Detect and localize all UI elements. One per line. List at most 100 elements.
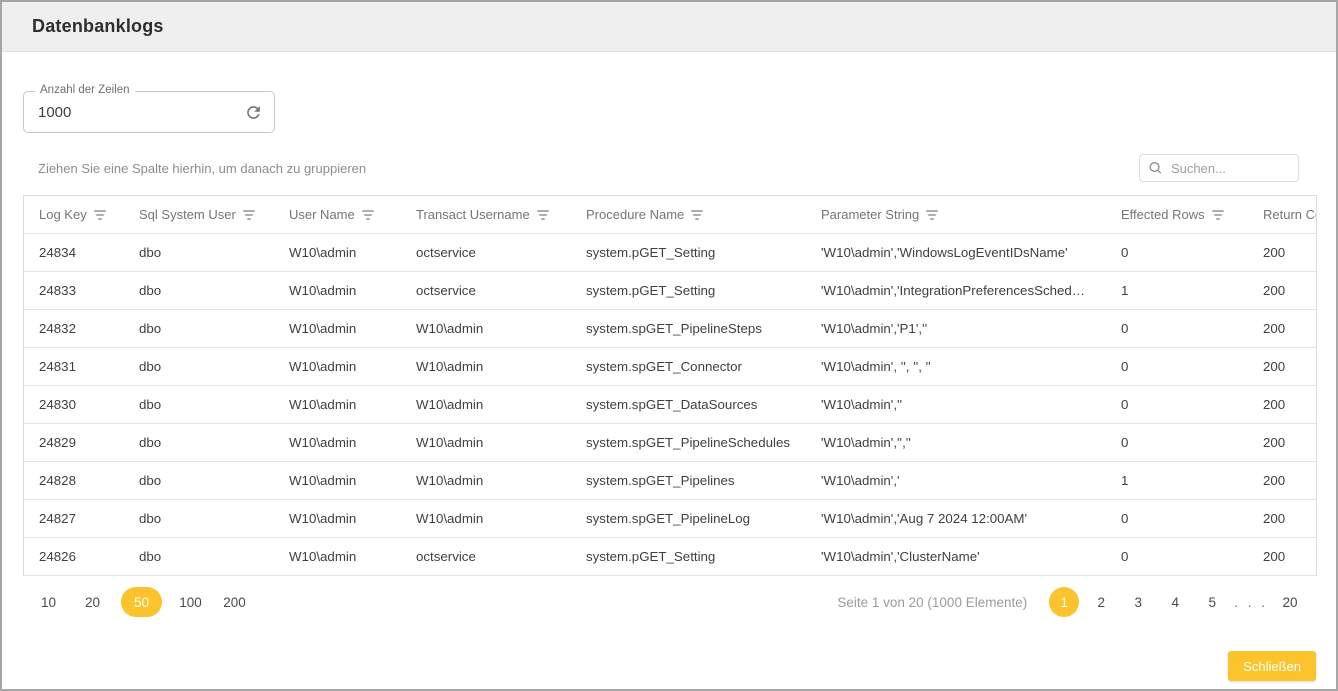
table-cell: 24833 <box>24 283 124 298</box>
table-cell: dbo <box>124 511 274 526</box>
page-20[interactable]: 20 <box>1275 587 1305 617</box>
table-cell: dbo <box>124 283 274 298</box>
table-row[interactable]: 24830dboW10\adminW10\adminsystem.spGET_D… <box>24 386 1317 424</box>
table-row[interactable]: 24827dboW10\adminW10\adminsystem.spGET_P… <box>24 500 1317 538</box>
refresh-icon <box>244 103 263 122</box>
column-header-label: User Name <box>289 207 355 222</box>
table-cell: W10\admin <box>274 321 401 336</box>
table-cell: system.pGET_Setting <box>571 245 806 260</box>
column-header-sql-system-user[interactable]: Sql System User <box>124 207 274 222</box>
page-5[interactable]: 5 <box>1197 587 1227 617</box>
column-header-effected-rows[interactable]: Effected Rows <box>1106 207 1248 222</box>
column-header-label: Parameter String <box>821 207 919 222</box>
table-cell: octservice <box>401 549 571 564</box>
column-header-procedure-name[interactable]: Procedure Name <box>571 207 806 222</box>
filter-icon[interactable] <box>1212 209 1224 220</box>
column-header-user-name[interactable]: User Name <box>274 207 401 222</box>
table-cell: 0 <box>1106 245 1248 260</box>
search-box <box>1139 154 1299 182</box>
table-cell: 200 <box>1248 473 1317 488</box>
table-cell: 'W10\admin','' <box>806 397 1106 412</box>
page-selector: 12345. . .20 <box>1049 587 1305 617</box>
table-cell: dbo <box>124 321 274 336</box>
close-button[interactable]: Schließen <box>1228 651 1316 681</box>
table-cell: 24834 <box>24 245 124 260</box>
pagination-bar: 10 20 50 100 200 Seite 1 von 20 (1000 Elemen… <box>23 587 1315 617</box>
table-cell: W10\admin <box>401 397 571 412</box>
table-cell: 0 <box>1106 321 1248 336</box>
table-row[interactable]: 24834dboW10\adminoctservicesystem.pGET_S… <box>24 234 1317 272</box>
table-cell: W10\admin <box>274 511 401 526</box>
table-cell: 0 <box>1106 511 1248 526</box>
filter-icon[interactable] <box>94 209 106 220</box>
page-size-200[interactable]: 200 <box>219 587 250 617</box>
table-cell: dbo <box>124 397 274 412</box>
column-header-label: Return Code <box>1263 207 1317 222</box>
table-cell: system.spGET_Pipelines <box>571 473 806 488</box>
datenbanklogs-dialog: Datenbanklogs Anzahl der Zeilen Ziehen S… <box>0 0 1338 691</box>
table-cell: W10\admin <box>274 283 401 298</box>
table-cell: W10\admin <box>401 321 571 336</box>
row-count-input[interactable] <box>24 92 274 132</box>
column-header-parameter-string[interactable]: Parameter String <box>806 207 1106 222</box>
table-cell: 'W10\admin','WindowsLogEventIDsName' <box>806 245 1106 260</box>
page-2[interactable]: 2 <box>1086 587 1116 617</box>
column-header-label: Transact Username <box>416 207 530 222</box>
table-cell: 0 <box>1106 549 1248 564</box>
column-header-label: Log Key <box>39 207 87 222</box>
search-input[interactable] <box>1139 154 1299 182</box>
table-row[interactable]: 24828dboW10\adminW10\adminsystem.spGET_P… <box>24 462 1317 500</box>
page-size-10[interactable]: 10 <box>33 587 64 617</box>
page-3[interactable]: 3 <box>1123 587 1153 617</box>
column-header-return-code[interactable]: Return Code <box>1248 207 1317 222</box>
table-row[interactable]: 24832dboW10\adminW10\adminsystem.spGET_P… <box>24 310 1317 348</box>
table-cell: system.spGET_PipelineSchedules <box>571 435 806 450</box>
filter-icon[interactable] <box>537 209 549 220</box>
table-cell: W10\admin <box>274 245 401 260</box>
table-cell: 200 <box>1248 283 1317 298</box>
table-cell: W10\admin <box>274 359 401 374</box>
table-row[interactable]: 24833dboW10\adminoctservicesystem.pGET_S… <box>24 272 1317 310</box>
table-cell: 200 <box>1248 397 1317 412</box>
filter-icon[interactable] <box>243 209 255 220</box>
table-cell: 24826 <box>24 549 124 564</box>
table-cell: 200 <box>1248 511 1317 526</box>
table-cell: W10\admin <box>401 511 571 526</box>
table-cell: W10\admin <box>401 473 571 488</box>
table-cell: W10\admin <box>401 435 571 450</box>
table-cell: 'W10\admin','Aug 7 2024 12:00AM' <box>806 511 1106 526</box>
table-row[interactable]: 24831dboW10\adminW10\adminsystem.spGET_C… <box>24 348 1317 386</box>
page-info: Seite 1 von 20 (1000 Elemente) <box>837 595 1027 610</box>
table-cell: dbo <box>124 435 274 450</box>
table-cell: system.spGET_PipelineSteps <box>571 321 806 336</box>
table-header-row: Log Key Sql System User User Name Transact … <box>24 196 1317 234</box>
table-cell: W10\admin <box>401 359 571 374</box>
filter-icon[interactable] <box>362 209 374 220</box>
table-cell: 24832 <box>24 321 124 336</box>
page-size-50[interactable]: 50 <box>121 587 162 617</box>
column-header-log-key[interactable]: Log Key <box>24 207 124 222</box>
page-size-20[interactable]: 20 <box>77 587 108 617</box>
table-row[interactable]: 24829dboW10\adminW10\adminsystem.spGET_P… <box>24 424 1317 462</box>
filter-icon[interactable] <box>691 209 703 220</box>
table-cell: 1 <box>1106 283 1248 298</box>
table-cell: 0 <box>1106 397 1248 412</box>
table-cell: 'W10\admin', '', '', '' <box>806 359 1106 374</box>
page-size-100[interactable]: 100 <box>175 587 206 617</box>
refresh-button[interactable] <box>242 101 264 123</box>
table-cell: 24830 <box>24 397 124 412</box>
table-cell: 200 <box>1248 321 1317 336</box>
table-row[interactable]: 24826dboW10\adminoctservicesystem.pGET_S… <box>24 538 1317 576</box>
table-cell: system.spGET_PipelineLog <box>571 511 806 526</box>
table-cell: W10\admin <box>274 397 401 412</box>
table-cell: octservice <box>401 245 571 260</box>
table-cell: 'W10\admin','','' <box>806 435 1106 450</box>
page-1[interactable]: 1 <box>1049 587 1079 617</box>
column-header-transact-username[interactable]: Transact Username <box>401 207 571 222</box>
table-cell: system.spGET_Connector <box>571 359 806 374</box>
page-4[interactable]: 4 <box>1160 587 1190 617</box>
dialog-content: Anzahl der Zeilen Ziehen Sie eine Spalte… <box>2 91 1336 617</box>
filter-icon[interactable] <box>926 209 938 220</box>
table-cell: system.spGET_DataSources <box>571 397 806 412</box>
logs-table: Log Key Sql System User User Name Transact … <box>23 195 1317 576</box>
